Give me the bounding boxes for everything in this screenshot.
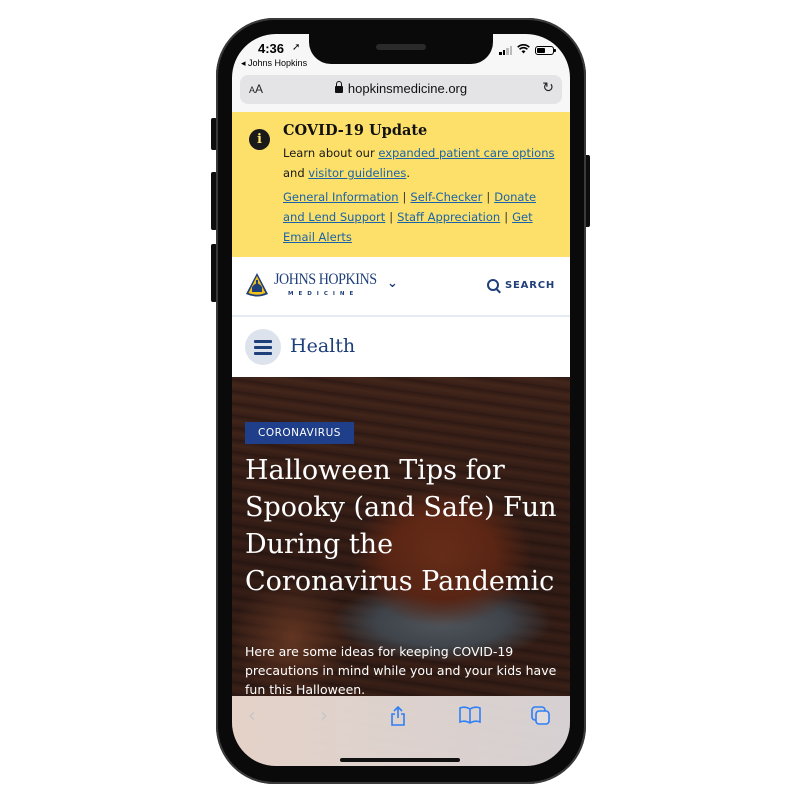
wifi-icon [517, 44, 530, 56]
forward-icon[interactable]: › [320, 703, 328, 727]
location-arrow-icon: ➚ [292, 42, 301, 53]
back-to-app-link[interactable]: ◂ Johns Hopkins [241, 58, 307, 69]
back-icon[interactable]: ‹ [248, 703, 256, 727]
section-title[interactable]: Health [290, 335, 355, 357]
covid-banner-text: Learn about our expanded patient care op… [283, 143, 558, 183]
status-icons [499, 44, 556, 56]
hamburger-icon-line [254, 352, 272, 355]
covid-banner: i COVID-19 Update Learn about our expand… [232, 112, 570, 257]
notch [309, 34, 493, 64]
self-checker-link[interactable]: Self-Checker [410, 190, 482, 204]
url-display[interactable]: hopkinsmedicine.org [240, 81, 562, 96]
expanded-care-link[interactable]: expanded patient care options [378, 146, 554, 160]
hamburger-icon-line [254, 340, 272, 343]
speaker-grille [376, 44, 426, 50]
battery-icon [535, 45, 556, 55]
link-separator: | [486, 190, 491, 204]
address-bar[interactable]: AA hopkinsmedicine.org ↻ [240, 75, 562, 104]
safari-toolbar: ‹ › [232, 696, 570, 766]
link-separator: | [402, 190, 407, 204]
hamburger-icon-line [254, 346, 272, 349]
back-app-label: Johns Hopkins [248, 58, 308, 68]
article-title[interactable]: Halloween Tips for Spooky (and Safe) Fun… [245, 452, 560, 600]
bookmarks-icon[interactable] [459, 706, 481, 729]
home-indicator[interactable] [340, 758, 460, 762]
url-text: hopkinsmedicine.org [347, 81, 468, 96]
link-separator: | [504, 210, 509, 224]
link-separator: | [389, 210, 394, 224]
status-time: 4:36 [258, 41, 285, 56]
search-label: SEARCH [505, 279, 555, 291]
category-tag[interactable]: CORONAVIRUS [245, 422, 354, 444]
general-information-link[interactable]: General Information [283, 190, 399, 204]
search-icon [487, 279, 500, 291]
reload-icon[interactable]: ↻ [542, 80, 554, 96]
article-description: Here are some ideas for keeping COVID-19… [245, 644, 557, 697]
info-icon: i [249, 129, 270, 150]
covid-quick-links: General Information | Self-Checker | Donate … [283, 187, 558, 247]
section-nav: Health [232, 317, 570, 377]
tabs-icon[interactable] [531, 706, 551, 731]
text-fragment: . [406, 166, 410, 180]
text-fragment: Learn about our [283, 146, 379, 160]
logo-subtitle: MEDICINE [288, 291, 359, 297]
staff-appreciation-link[interactable]: Staff Appreciation [397, 210, 500, 224]
visitor-guidelines-link[interactable]: visitor guidelines [308, 166, 406, 180]
site-header: JOHNS HOPKINS MEDICINE ⌄ SEARCH [232, 257, 570, 317]
text-fragment: and [283, 166, 309, 180]
dome-shield-icon [246, 273, 268, 297]
search-button[interactable]: SEARCH [487, 279, 555, 291]
logo-name: JOHNS HOPKINS [274, 271, 377, 288]
chevron-down-icon[interactable]: ⌄ [387, 276, 398, 291]
covid-banner-title: COVID-19 Update [283, 122, 428, 139]
cellular-signal-icon [499, 45, 512, 55]
share-icon[interactable] [389, 705, 407, 731]
lock-icon [334, 81, 343, 93]
menu-button[interactable] [245, 329, 281, 365]
phone-screen: 4:36 ➚ ◂ Johns Hopkins AA hopkinsmedicin… [232, 34, 570, 766]
